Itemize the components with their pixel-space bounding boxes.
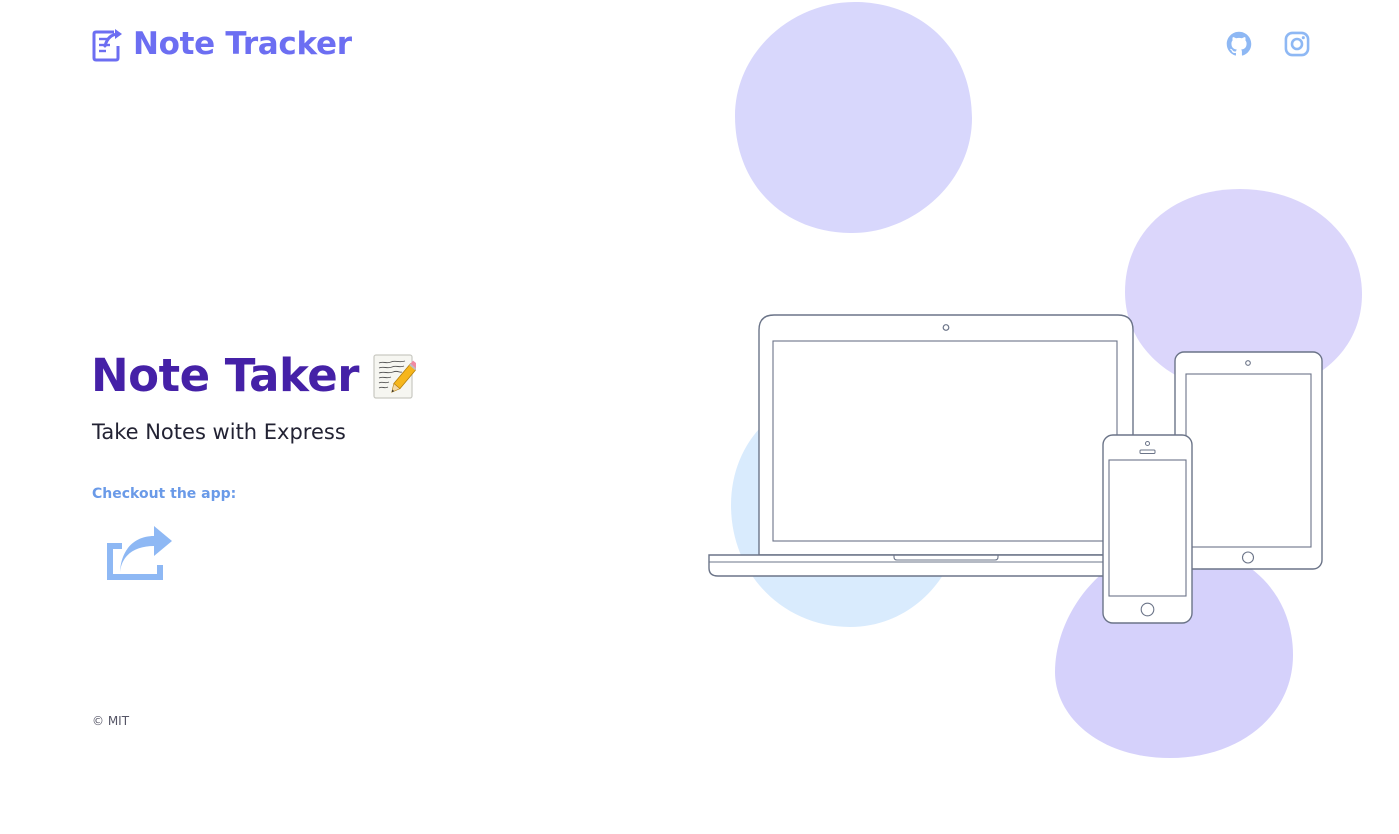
hero-title: Note Taker (91, 348, 416, 404)
edit-document-icon (92, 29, 122, 62)
tablet-illustration (1174, 351, 1323, 570)
hero-subtitle: Take Notes with Express (92, 420, 346, 444)
open-app-button[interactable] (104, 524, 174, 582)
instagram-icon (1284, 31, 1310, 57)
phone-illustration (1102, 434, 1193, 624)
hero-title-text: Note Taker (91, 349, 359, 402)
social-links (1225, 30, 1311, 58)
landing-page: Note Tracker Note Taker Take Notes with … (0, 0, 1399, 834)
instagram-link[interactable] (1283, 30, 1311, 58)
github-link[interactable] (1225, 30, 1253, 58)
devices-illustration (708, 314, 1323, 624)
checkout-label: Checkout the app: (92, 486, 237, 502)
memo-icon (373, 354, 416, 399)
site-header: Note Tracker (92, 26, 352, 62)
github-icon (1226, 31, 1252, 56)
blob-top (735, 1, 972, 234)
share-icon (107, 526, 172, 580)
brand-name[interactable]: Note Tracker (133, 28, 352, 60)
copyright: © MIT (92, 714, 130, 728)
